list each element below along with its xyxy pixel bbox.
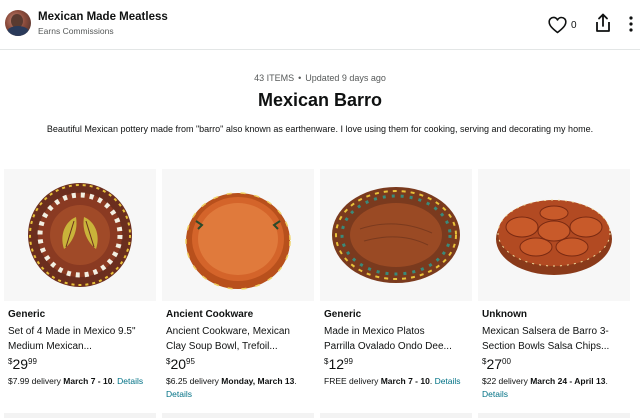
product-title[interactable]: Made in Mexico Platos Parrilla Ovalado O…: [324, 324, 470, 354]
meta-separator: •: [298, 73, 302, 83]
product-grid: Generic Set of 4 Made in Mexico 9.5" Med…: [4, 169, 640, 418]
more-options-button[interactable]: [626, 14, 636, 34]
delivery-dates: Monday, March 13: [221, 376, 295, 386]
product-title[interactable]: Ancient Cookware, Mexican Clay Soup Bowl…: [166, 324, 312, 354]
price-whole: 20: [170, 356, 187, 372]
clay-bowl-image: [185, 192, 291, 290]
item-count: 43 ITEMS: [254, 73, 295, 83]
decorated-plate-image: [28, 183, 132, 287]
product-brand: Unknown: [482, 309, 527, 320]
delivery-info: $7.99 delivery March 7 - 10. Details: [8, 375, 158, 388]
product-brand: Generic: [8, 309, 46, 320]
more-vertical-icon: [629, 16, 633, 32]
salsa-tray-image: [496, 199, 612, 275]
product-title-line1[interactable]: Ancient Cookware, Mexican: [166, 324, 312, 339]
delivery-dates: March 7 - 10: [63, 376, 113, 386]
delivery-dates: March 24 - April 13: [530, 376, 606, 386]
product-card[interactable]: Unknown Mexican Salsera de Barro 3- Sect…: [478, 169, 630, 409]
product-title[interactable]: Mexican Salsera de Barro 3- Section Bowl…: [482, 324, 628, 354]
product-price: $2999: [8, 356, 37, 374]
details-link[interactable]: Details: [482, 389, 508, 399]
list-title: Mexican Barro: [257, 90, 383, 110]
details-link[interactable]: Details: [435, 376, 461, 386]
list-description: Beautiful Mexican pottery made from "bar…: [46, 124, 594, 134]
price-whole: 12: [328, 356, 345, 372]
product-card[interactable]: Generic Made in Mexico Platos Parrilla O…: [320, 169, 472, 409]
product-title-line2[interactable]: Clay Soup Bowl, Trefoil...: [166, 339, 312, 354]
product-image[interactable]: [478, 169, 630, 301]
next-row-card-edge: [478, 413, 630, 418]
price-fraction: 00: [502, 357, 511, 366]
delivery-info: $6.25 delivery Monday, March 13. Details: [166, 375, 316, 401]
details-link[interactable]: Details: [166, 389, 192, 399]
price-whole: 27: [486, 356, 503, 372]
product-title-line1[interactable]: Set of 4 Made in Mexico 9.5": [8, 324, 154, 339]
next-row-card-edge: [320, 413, 472, 418]
product-price: $2095: [166, 356, 195, 374]
product-image[interactable]: [320, 169, 472, 301]
product-image[interactable]: [4, 169, 156, 301]
delivery-prefix: FREE delivery: [324, 376, 381, 386]
product-title-line1[interactable]: Mexican Salsera de Barro 3-: [482, 324, 628, 339]
like-count: 0: [571, 19, 577, 31]
price-fraction: 95: [186, 357, 195, 366]
delivery-prefix: $7.99 delivery: [8, 376, 64, 386]
product-title-line2[interactable]: Medium Mexican...: [8, 339, 154, 354]
delivery-prefix: $6.25 delivery: [166, 376, 222, 386]
price-fraction: 99: [344, 357, 353, 366]
price-whole: 29: [12, 356, 29, 372]
product-price: $1299: [324, 356, 353, 374]
product-brand: Ancient Cookware: [166, 309, 254, 320]
oval-platter-image: [332, 187, 460, 283]
delivery-info: $22 delivery March 24 - April 13. Details: [482, 375, 632, 401]
delivery-prefix: $22 delivery: [482, 376, 531, 386]
details-link[interactable]: Details: [117, 376, 143, 386]
avatar[interactable]: [5, 10, 31, 36]
delivery-info: FREE delivery March 7 - 10. Details: [324, 375, 474, 388]
product-card[interactable]: Generic Set of 4 Made in Mexico 9.5" Med…: [4, 169, 156, 409]
product-title[interactable]: Set of 4 Made in Mexico 9.5" Medium Mexi…: [8, 324, 154, 354]
product-card[interactable]: Ancient Cookware Ancient Cookware, Mexic…: [162, 169, 314, 409]
next-row-card-edge: [162, 413, 314, 418]
delivery-sep: .: [294, 376, 297, 386]
share-button[interactable]: [594, 13, 612, 33]
heart-icon: [548, 16, 567, 34]
updated-label: Updated 9 days ago: [305, 73, 386, 83]
like-button[interactable]: 0: [548, 14, 580, 36]
store-name[interactable]: Mexican Made Meatless: [38, 11, 168, 23]
store-subtitle: Earns Commissions: [38, 26, 114, 36]
delivery-dates: March 7 - 10: [380, 376, 430, 386]
store-header: Mexican Made Meatless Earns Commissions …: [0, 0, 640, 50]
next-row-card-edge: [4, 413, 156, 418]
share-icon: [596, 13, 610, 32]
list-meta: 43 ITEMS • Updated 9 days ago: [0, 73, 640, 83]
product-price: $2700: [482, 356, 511, 374]
product-image[interactable]: [162, 169, 314, 301]
product-title-line1[interactable]: Made in Mexico Platos: [324, 324, 470, 339]
price-fraction: 99: [28, 357, 37, 366]
product-title-line2[interactable]: Section Bowls Salsa Chips...: [482, 339, 628, 354]
delivery-sep: .: [605, 376, 608, 386]
product-brand: Generic: [324, 309, 362, 320]
product-title-line2[interactable]: Parrilla Ovalado Ondo Dee...: [324, 339, 470, 354]
